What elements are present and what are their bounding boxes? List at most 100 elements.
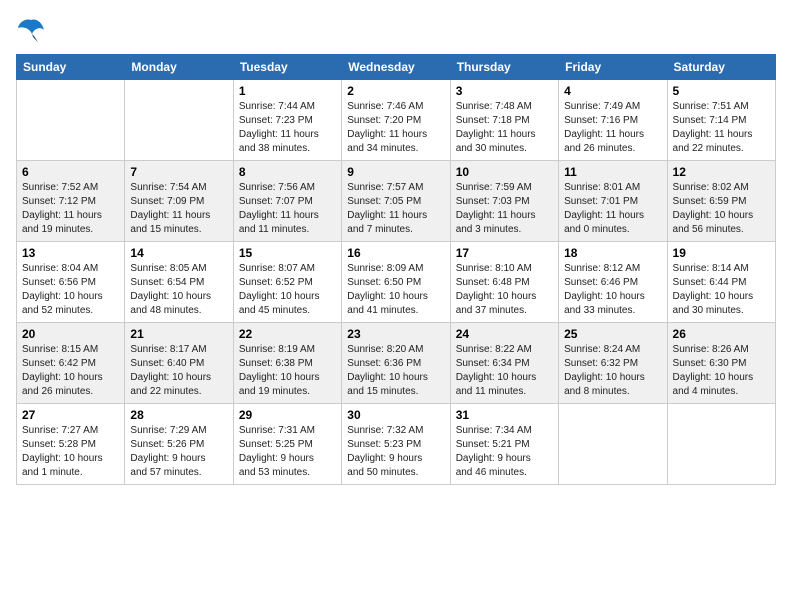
day-number: 27 bbox=[22, 408, 119, 422]
weekday-header-monday: Monday bbox=[125, 55, 233, 80]
day-info: Sunrise: 8:09 AM Sunset: 6:50 PM Dayligh… bbox=[347, 263, 428, 316]
logo-icon bbox=[16, 16, 46, 44]
weekday-header-tuesday: Tuesday bbox=[233, 55, 341, 80]
day-info: Sunrise: 7:48 AM Sunset: 7:18 PM Dayligh… bbox=[456, 101, 536, 154]
day-number: 26 bbox=[673, 327, 770, 341]
calendar-cell: 28 Sunrise: 7:29 AM Sunset: 5:26 PM Dayli… bbox=[125, 404, 233, 485]
calendar-cell bbox=[667, 404, 775, 485]
day-info: Sunrise: 8:07 AM Sunset: 6:52 PM Dayligh… bbox=[239, 263, 320, 316]
day-info: Sunrise: 7:59 AM Sunset: 7:03 PM Dayligh… bbox=[456, 182, 536, 235]
calendar-cell: 31 Sunrise: 7:34 AM Sunset: 5:21 PM Dayli… bbox=[450, 404, 558, 485]
calendar-cell: 8 Sunrise: 7:56 AM Sunset: 7:07 PM Daylig… bbox=[233, 161, 341, 242]
day-info: Sunrise: 8:04 AM Sunset: 6:56 PM Dayligh… bbox=[22, 263, 103, 316]
day-info: Sunrise: 8:05 AM Sunset: 6:54 PM Dayligh… bbox=[130, 263, 211, 316]
calendar-cell: 10 Sunrise: 7:59 AM Sunset: 7:03 PM Dayli… bbox=[450, 161, 558, 242]
calendar-cell: 4 Sunrise: 7:49 AM Sunset: 7:16 PM Daylig… bbox=[559, 80, 667, 161]
day-number: 24 bbox=[456, 327, 553, 341]
day-info: Sunrise: 7:51 AM Sunset: 7:14 PM Dayligh… bbox=[673, 101, 753, 154]
calendar-cell: 29 Sunrise: 7:31 AM Sunset: 5:25 PM Dayli… bbox=[233, 404, 341, 485]
day-info: Sunrise: 7:31 AM Sunset: 5:25 PM Dayligh… bbox=[239, 425, 315, 478]
day-info: Sunrise: 7:57 AM Sunset: 7:05 PM Dayligh… bbox=[347, 182, 427, 235]
day-number: 8 bbox=[239, 165, 336, 179]
calendar-cell: 1 Sunrise: 7:44 AM Sunset: 7:23 PM Daylig… bbox=[233, 80, 341, 161]
calendar-cell: 3 Sunrise: 7:48 AM Sunset: 7:18 PM Daylig… bbox=[450, 80, 558, 161]
calendar-cell bbox=[125, 80, 233, 161]
day-number: 20 bbox=[22, 327, 119, 341]
calendar-cell: 15 Sunrise: 8:07 AM Sunset: 6:52 PM Dayli… bbox=[233, 242, 341, 323]
day-info: Sunrise: 8:19 AM Sunset: 6:38 PM Dayligh… bbox=[239, 344, 320, 397]
day-number: 11 bbox=[564, 165, 661, 179]
day-info: Sunrise: 8:02 AM Sunset: 6:59 PM Dayligh… bbox=[673, 182, 754, 235]
day-info: Sunrise: 7:44 AM Sunset: 7:23 PM Dayligh… bbox=[239, 101, 319, 154]
day-number: 25 bbox=[564, 327, 661, 341]
calendar-cell: 22Sunrise: 8:19 AM Sunset: 6:38 PM Dayli… bbox=[233, 323, 341, 404]
calendar-cell bbox=[559, 404, 667, 485]
day-number: 7 bbox=[130, 165, 227, 179]
weekday-header-sunday: Sunday bbox=[17, 55, 125, 80]
day-number: 3 bbox=[456, 84, 553, 98]
calendar-cell: 23 Sunrise: 8:20 AM Sunset: 6:36 PM Dayli… bbox=[342, 323, 450, 404]
calendar-cell: 18 Sunrise: 8:12 AM Sunset: 6:46 PM Dayli… bbox=[559, 242, 667, 323]
day-number: 29 bbox=[239, 408, 336, 422]
day-number: 31 bbox=[456, 408, 553, 422]
weekday-header-friday: Friday bbox=[559, 55, 667, 80]
day-number: 30 bbox=[347, 408, 444, 422]
day-number: 5 bbox=[673, 84, 770, 98]
day-info: Sunrise: 7:29 AM Sunset: 5:26 PM Dayligh… bbox=[130, 425, 206, 478]
day-number: 19 bbox=[673, 246, 770, 260]
calendar-week-4: 20 Sunrise: 8:15 AM Sunset: 6:42 PM Dayli… bbox=[17, 323, 776, 404]
day-info: Sunrise: 8:26 AM Sunset: 6:30 PM Dayligh… bbox=[673, 344, 754, 397]
day-number: 16 bbox=[347, 246, 444, 260]
logo bbox=[16, 16, 50, 44]
day-number: 6 bbox=[22, 165, 119, 179]
day-number: 18 bbox=[564, 246, 661, 260]
day-number: 13 bbox=[22, 246, 119, 260]
day-info: Sunrise: 8:12 AM Sunset: 6:46 PM Dayligh… bbox=[564, 263, 645, 316]
day-number: 10 bbox=[456, 165, 553, 179]
calendar-cell: 30 Sunrise: 7:32 AM Sunset: 5:23 PM Dayli… bbox=[342, 404, 450, 485]
day-info: Sunrise: 8:14 AM Sunset: 6:44 PM Dayligh… bbox=[673, 263, 754, 316]
day-number: 14 bbox=[130, 246, 227, 260]
calendar-cell: 24 Sunrise: 8:22 AM Sunset: 6:34 PM Dayli… bbox=[450, 323, 558, 404]
calendar-cell: 12 Sunrise: 8:02 AM Sunset: 6:59 PM Dayli… bbox=[667, 161, 775, 242]
day-number: 2 bbox=[347, 84, 444, 98]
day-number: 9 bbox=[347, 165, 444, 179]
day-info: Sunrise: 7:34 AM Sunset: 5:21 PM Dayligh… bbox=[456, 425, 532, 478]
day-info: Sunrise: 7:27 AM Sunset: 5:28 PM Dayligh… bbox=[22, 425, 103, 478]
calendar-week-2: 6Sunrise: 7:52 AM Sunset: 7:12 PM Daylig… bbox=[17, 161, 776, 242]
weekday-header-thursday: Thursday bbox=[450, 55, 558, 80]
day-number: 1 bbox=[239, 84, 336, 98]
weekday-header-wednesday: Wednesday bbox=[342, 55, 450, 80]
day-info: Sunrise: 8:20 AM Sunset: 6:36 PM Dayligh… bbox=[347, 344, 428, 397]
day-info: Sunrise: 8:01 AM Sunset: 7:01 PM Dayligh… bbox=[564, 182, 644, 235]
day-number: 12 bbox=[673, 165, 770, 179]
day-number: 28 bbox=[130, 408, 227, 422]
calendar-cell bbox=[17, 80, 125, 161]
calendar-cell: 26 Sunrise: 8:26 AM Sunset: 6:30 PM Dayli… bbox=[667, 323, 775, 404]
day-number: 17 bbox=[456, 246, 553, 260]
day-number: 15 bbox=[239, 246, 336, 260]
day-info: Sunrise: 7:32 AM Sunset: 5:23 PM Dayligh… bbox=[347, 425, 423, 478]
day-info: Sunrise: 7:54 AM Sunset: 7:09 PM Dayligh… bbox=[130, 182, 210, 235]
calendar-cell: 5 Sunrise: 7:51 AM Sunset: 7:14 PM Daylig… bbox=[667, 80, 775, 161]
calendar-cell: 27 Sunrise: 7:27 AM Sunset: 5:28 PM Dayli… bbox=[17, 404, 125, 485]
day-number: 4 bbox=[564, 84, 661, 98]
calendar-cell: 13 Sunrise: 8:04 AM Sunset: 6:56 PM Dayli… bbox=[17, 242, 125, 323]
calendar-cell: 17Sunrise: 8:10 AM Sunset: 6:48 PM Dayli… bbox=[450, 242, 558, 323]
day-info: Sunrise: 7:49 AM Sunset: 7:16 PM Dayligh… bbox=[564, 101, 644, 154]
day-info: Sunrise: 7:56 AM Sunset: 7:07 PM Dayligh… bbox=[239, 182, 319, 235]
calendar-cell: 7 Sunrise: 7:54 AM Sunset: 7:09 PM Daylig… bbox=[125, 161, 233, 242]
calendar-cell: 20 Sunrise: 8:15 AM Sunset: 6:42 PM Dayli… bbox=[17, 323, 125, 404]
weekday-header-saturday: Saturday bbox=[667, 55, 775, 80]
day-info: Sunrise: 8:15 AM Sunset: 6:42 PM Dayligh… bbox=[22, 344, 103, 397]
day-info: Sunrise: 8:17 AM Sunset: 6:40 PM Dayligh… bbox=[130, 344, 211, 397]
day-number: 23 bbox=[347, 327, 444, 341]
day-info: Sunrise: 7:46 AM Sunset: 7:20 PM Dayligh… bbox=[347, 101, 427, 154]
calendar-cell: 14 Sunrise: 8:05 AM Sunset: 6:54 PM Dayli… bbox=[125, 242, 233, 323]
calendar-cell: 25 Sunrise: 8:24 AM Sunset: 6:32 PM Dayli… bbox=[559, 323, 667, 404]
calendar-cell: 9 Sunrise: 7:57 AM Sunset: 7:05 PM Daylig… bbox=[342, 161, 450, 242]
day-info: Sunrise: 8:24 AM Sunset: 6:32 PM Dayligh… bbox=[564, 344, 645, 397]
calendar-cell: 16 Sunrise: 8:09 AM Sunset: 6:50 PM Dayli… bbox=[342, 242, 450, 323]
calendar-cell: 6Sunrise: 7:52 AM Sunset: 7:12 PM Daylig… bbox=[17, 161, 125, 242]
day-info: Sunrise: 8:22 AM Sunset: 6:34 PM Dayligh… bbox=[456, 344, 537, 397]
